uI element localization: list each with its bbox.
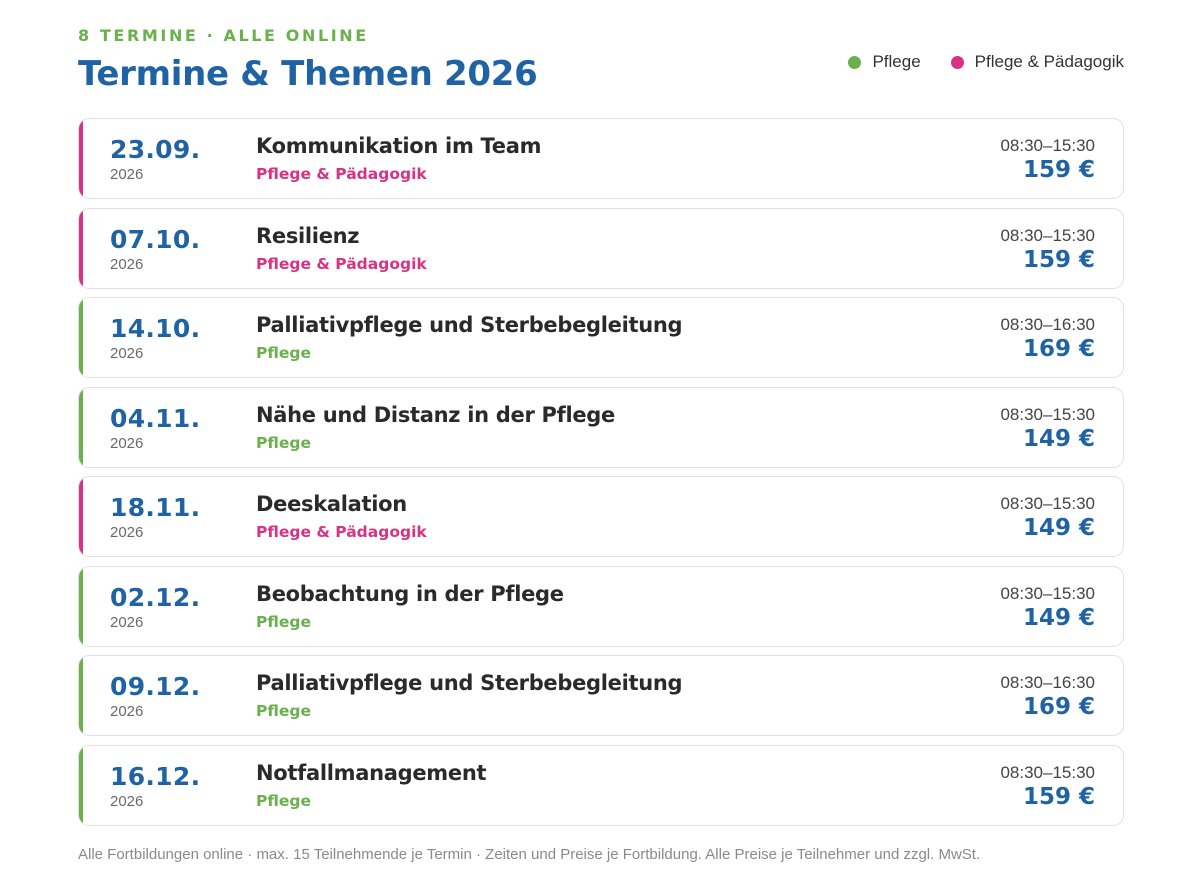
event-category: Pflege (256, 791, 311, 810)
event-row[interactable]: 04.11. 2026 Nähe und Distanz in der Pfle… (78, 386, 1124, 468)
legend-item-pflege-paedagogik: Pflege & Pädagogik (950, 52, 1124, 72)
event-list: 23.09. 2026 Kommunikation im Team Pflege… (78, 118, 1124, 834)
event-time: 08:30–15:30 (1000, 494, 1095, 513)
event-year: 2026 (110, 345, 144, 362)
legend-dot-icon (848, 55, 862, 69)
event-row[interactable]: 16.12. 2026 Notfallmanagement Pflege 08:… (78, 744, 1124, 826)
event-category: Pflege (256, 433, 311, 452)
event-price: 159 € (1022, 157, 1095, 183)
event-date: 14.10. (110, 314, 201, 343)
event-time: 08:30–15:30 (1000, 583, 1095, 603)
event-year: 2026 (110, 703, 144, 720)
event-row[interactable]: 18.11. 2026 Deeskalation Pflege & Pädago… (78, 476, 1124, 557)
event-date: 09.12. (110, 672, 201, 701)
event-category: Pflege & Pädagogik (256, 165, 427, 183)
event-category: Pflege (256, 702, 311, 720)
event-price: 159 € (1022, 246, 1095, 273)
event-category: Pflege & Pädagogik (256, 254, 427, 273)
event-time: 08:30–15:30 (1000, 404, 1095, 424)
event-price: 149 € (1022, 515, 1095, 541)
event-time: 08:30–16:30 (1000, 673, 1095, 692)
legend-item-pflege: Pflege (848, 52, 921, 72)
event-row[interactable]: 23.09. 2026 Kommunikation im Team Pflege… (78, 118, 1124, 199)
event-row[interactable]: 09.12. 2026 Palliativpflege und Sterbebe… (78, 655, 1124, 736)
event-date: 16.12. (110, 761, 201, 791)
event-title: Notfallmanagement (256, 760, 487, 785)
event-date: 23.09. (110, 135, 201, 164)
event-title: Deeskalation (256, 492, 407, 516)
event-title: Palliativpflege und Sterbebegleitung (256, 313, 683, 337)
page-title: Termine & Themen 2026 (78, 54, 538, 94)
event-time: 08:30–15:30 (1000, 136, 1095, 155)
event-year: 2026 (110, 434, 144, 452)
event-year: 2026 (110, 166, 144, 183)
event-title: Nähe und Distanz in der Pflege (256, 402, 615, 427)
event-date: 07.10. (110, 224, 201, 254)
event-year: 2026 (110, 613, 144, 631)
legend: Pflege Pflege & Pädagogik (848, 52, 1124, 72)
event-date: 04.11. (110, 403, 201, 433)
event-date: 18.11. (110, 493, 201, 522)
event-price: 149 € (1022, 425, 1095, 452)
event-year: 2026 (110, 255, 144, 273)
event-year: 2026 (110, 792, 144, 810)
event-year: 2026 (110, 524, 144, 541)
legend-label: Pflege (872, 52, 921, 71)
event-row[interactable]: 07.10. 2026 Resilienz Pflege & Pädagogik… (78, 207, 1124, 289)
event-row[interactable]: 02.12. 2026 Beobachtung in der Pflege Pf… (78, 565, 1124, 647)
event-title: Beobachtung in der Pflege (256, 581, 564, 606)
event-category: Pflege (256, 344, 311, 362)
event-price: 169 € (1022, 336, 1095, 362)
event-price: 159 € (1022, 783, 1095, 810)
event-price: 169 € (1022, 694, 1095, 720)
event-time: 08:30–15:30 (1000, 762, 1095, 782)
event-price: 149 € (1022, 604, 1095, 631)
event-time: 08:30–16:30 (1000, 315, 1095, 334)
event-date: 02.12. (110, 582, 201, 612)
legend-label: Pflege & Pädagogik (974, 52, 1124, 71)
event-time: 08:30–15:30 (1000, 225, 1095, 245)
header-kicker: 8 TERMINE · ALLE ONLINE (78, 26, 369, 45)
footnote: Alle Fortbildungen online · max. 15 Teil… (78, 846, 981, 863)
event-title: Kommunikation im Team (256, 134, 542, 158)
legend-dot-icon (950, 55, 964, 69)
event-category: Pflege & Pädagogik (256, 523, 427, 541)
event-title: Palliativpflege und Sterbebegleitung (256, 671, 683, 695)
event-title: Resilienz (256, 223, 360, 248)
event-row[interactable]: 14.10. 2026 Palliativpflege und Sterbebe… (78, 297, 1124, 378)
event-category: Pflege (256, 612, 311, 631)
